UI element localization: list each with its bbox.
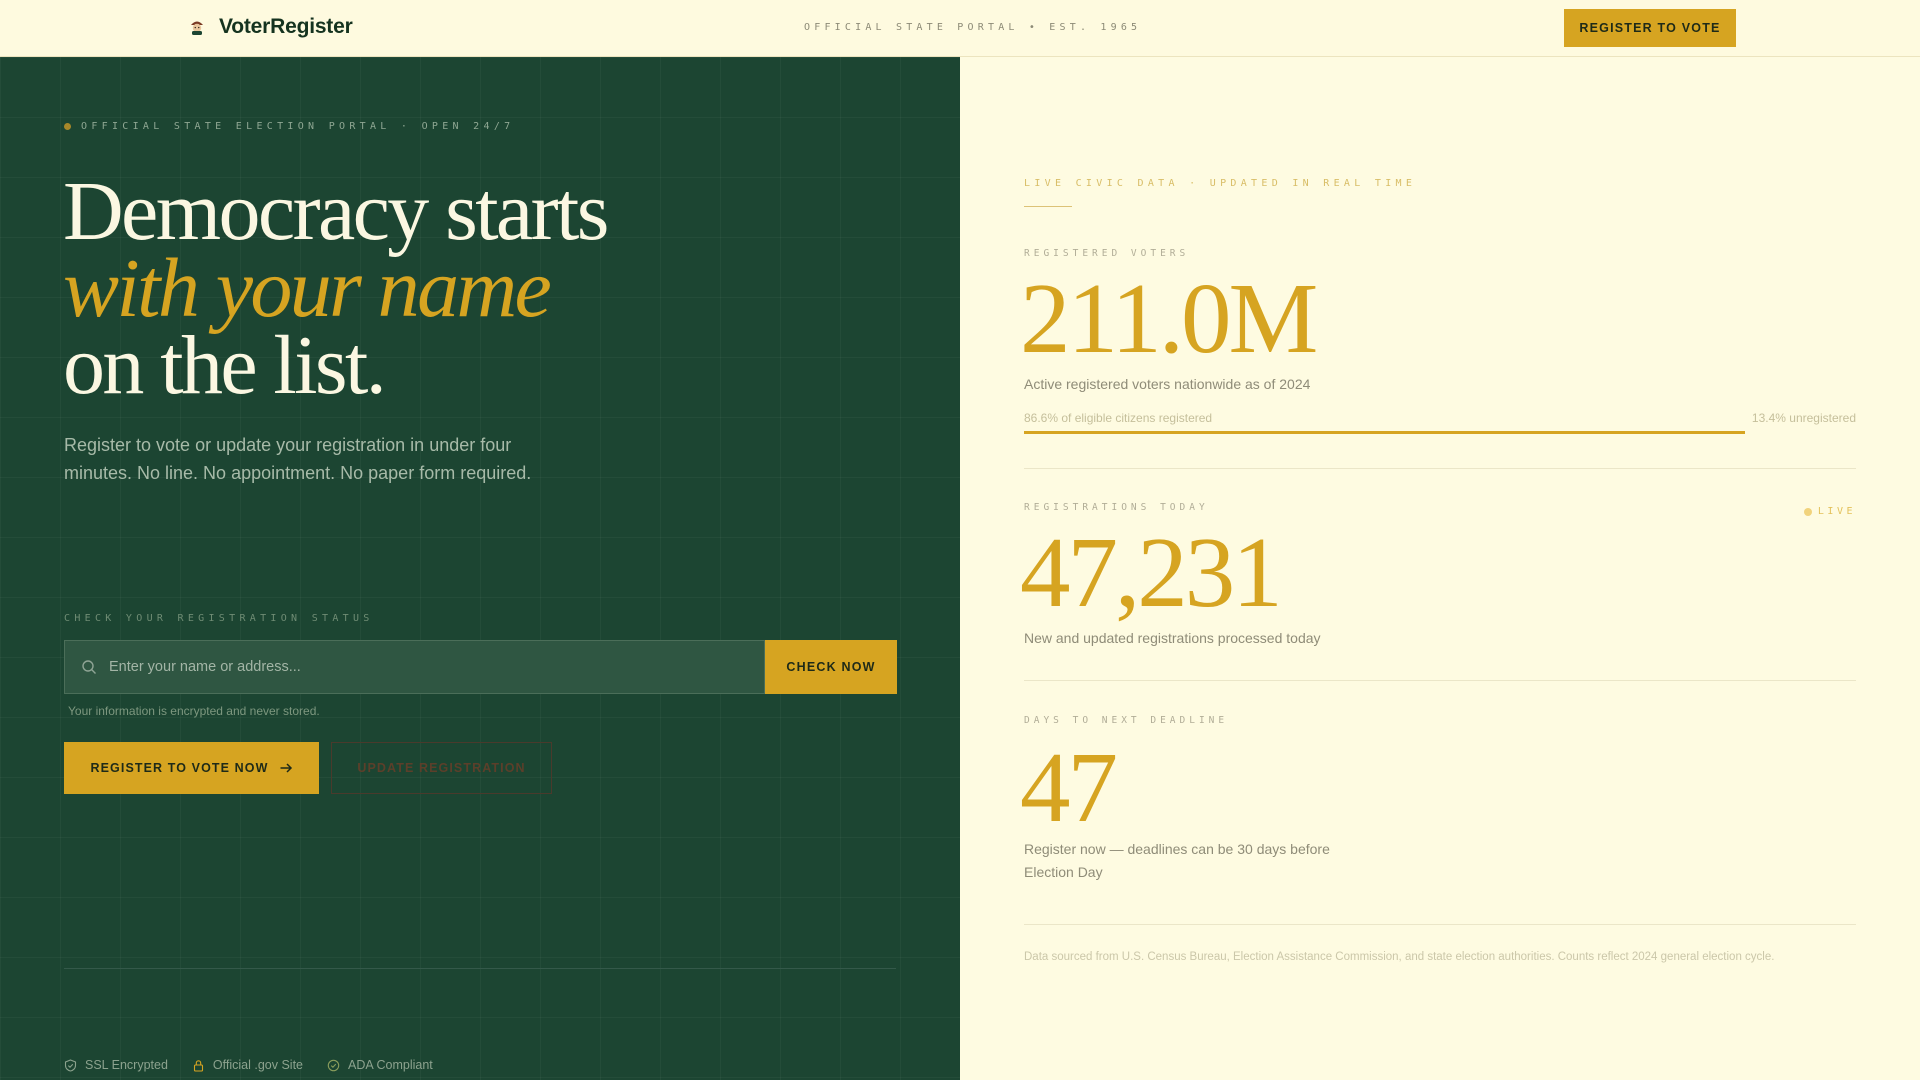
hero-subcopy: Register to vote or update your registra…: [64, 435, 532, 483]
headline-line-1: Democracy starts: [63, 165, 609, 258]
deadline-label: DAYS TO NEXT DEADLINE: [1024, 715, 1229, 726]
trust-ssl-label: SSL Encrypted: [85, 1058, 168, 1072]
trust-ada-label: ADA Compliant: [348, 1058, 433, 1072]
hero-panel: OFFICIAL STATE ELECTION PORTAL · OPEN 24…: [0, 57, 960, 1080]
brand[interactable]: VoterRegister: [187, 15, 353, 39]
shield-icon: [64, 1058, 77, 1072]
deadline-desc: Register now — deadlines can be 30 days …: [1024, 841, 1330, 880]
brand-name: VoterRegister: [219, 15, 353, 38]
arrow-right-icon: [280, 763, 292, 773]
check-circle-icon: [327, 1059, 340, 1071]
registered-percent-label: 86.6% of eligible citizens registered: [1024, 411, 1213, 425]
status-dot-icon: [64, 123, 71, 130]
registration-progress-fill: [1024, 431, 1745, 434]
stats-panel: LIVE CIVIC DATA · UPDATED IN REAL TIME R…: [960, 57, 1920, 1080]
registered-voters-desc: Active registered voters nationwide as o…: [1024, 376, 1311, 392]
register-now-label: REGISTER TO VOTE NOW: [90, 761, 269, 775]
check-now-button[interactable]: CHECK NOW: [765, 640, 897, 694]
nav-tagline: OFFICIAL STATE PORTAL • EST. 1965: [804, 22, 1142, 33]
live-badge: LIVE: [1803, 506, 1856, 517]
registrations-today-label: REGISTRATIONS TODAY: [1024, 502, 1209, 513]
hero-divider: [64, 968, 896, 969]
hero-eyebrow: OFFICIAL STATE ELECTION PORTAL · OPEN 24…: [64, 121, 514, 132]
registered-voters-value: 211.0M: [1020, 262, 1318, 374]
status-search: CHECK NOW: [64, 640, 897, 694]
deadline-value: 47: [1020, 731, 1118, 843]
stats-eyebrow-rule: [1024, 206, 1072, 207]
top-nav: VoterRegister OFFICIAL STATE PORTAL • ES…: [0, 0, 1920, 57]
search-input[interactable]: [97, 641, 764, 693]
register-to-vote-now-button[interactable]: REGISTER TO VOTE NOW: [64, 742, 319, 794]
update-registration-button[interactable]: UPDATE REGISTRATION: [331, 742, 552, 794]
stats-divider-2: [1024, 680, 1856, 681]
data-source-note: Data sourced from U.S. Census Bureau, El…: [1024, 951, 1775, 963]
unregistered-percent-label: 13.4% unregistered: [1751, 411, 1856, 425]
live-label: LIVE: [1817, 506, 1856, 517]
hero-headline: Democracy starts with your name on the l…: [63, 165, 609, 412]
stats-divider-3: [1024, 924, 1856, 925]
ballot-logo-icon: [188, 18, 206, 36]
trust-ada: ADA Compliant: [327, 1058, 433, 1072]
registrations-today-value: 47,231: [1020, 516, 1283, 628]
search-box: [64, 640, 765, 694]
trust-gov-label: Official .gov Site: [212, 1058, 304, 1072]
search-icon: [82, 660, 96, 674]
headline-line-3: on the list.: [63, 319, 387, 412]
trust-ssl: SSL Encrypted: [64, 1058, 168, 1072]
hero-eyebrow-text: OFFICIAL STATE ELECTION PORTAL · OPEN 24…: [81, 121, 515, 132]
live-dot-icon: [1803, 507, 1812, 516]
trust-gov: Official .gov Site: [192, 1058, 303, 1072]
register-to-vote-button[interactable]: REGISTER TO VOTE: [1564, 9, 1736, 47]
registered-voters-label: REGISTERED VOTERS: [1024, 248, 1190, 259]
lock-icon: [193, 1059, 203, 1072]
stats-divider-1: [1024, 468, 1856, 469]
headline-line-2: with your name: [63, 242, 552, 335]
privacy-note: Your information is encrypted and never …: [68, 704, 320, 718]
status-check-label: CHECK YOUR REGISTRATION STATUS: [64, 613, 374, 624]
stats-eyebrow: LIVE CIVIC DATA · UPDATED IN REAL TIME: [1024, 178, 1417, 189]
trust-badges: SSL Encrypted Official .gov Site ADA Com…: [64, 1058, 433, 1072]
registrations-today-desc: New and updated registrations processed …: [1024, 630, 1321, 646]
registration-progress-bar: [1024, 431, 1856, 434]
